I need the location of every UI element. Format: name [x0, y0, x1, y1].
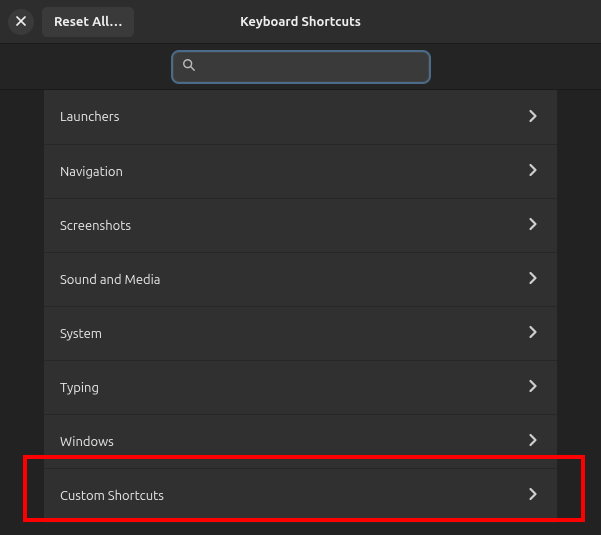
search-field[interactable] — [173, 52, 429, 82]
category-row[interactable]: Typing — [44, 360, 557, 415]
category-row[interactable]: Custom Shortcuts — [44, 468, 557, 523]
reset-all-button[interactable]: Reset All… — [42, 7, 134, 37]
chevron-right-icon — [525, 378, 541, 397]
close-icon — [16, 15, 26, 29]
categories-list: Launchers Navigation Screenshots Sound and … — [0, 90, 601, 523]
chevron-right-icon — [525, 324, 541, 343]
chevron-right-icon — [525, 216, 541, 235]
category-label: Navigation — [60, 165, 123, 179]
search-bar — [0, 44, 601, 90]
category-row[interactable]: Navigation — [44, 144, 557, 199]
chevron-right-icon — [525, 432, 541, 451]
category-row[interactable]: Launchers — [44, 90, 557, 145]
category-label: System — [60, 327, 102, 341]
category-row[interactable]: Sound and Media — [44, 252, 557, 307]
category-row[interactable]: Screenshots — [44, 198, 557, 253]
chevron-right-icon — [525, 270, 541, 289]
chevron-right-icon — [525, 108, 541, 127]
reset-all-label: Reset All… — [54, 15, 122, 29]
chevron-right-icon — [525, 486, 541, 505]
search-input[interactable] — [202, 59, 420, 74]
category-row[interactable]: System — [44, 306, 557, 361]
category-label: Launchers — [60, 110, 119, 124]
search-icon — [182, 58, 196, 75]
category-label: Screenshots — [60, 219, 131, 233]
chevron-right-icon — [525, 162, 541, 181]
category-label: Typing — [60, 381, 99, 395]
titlebar: Reset All… Keyboard Shortcuts — [0, 0, 601, 44]
close-button[interactable] — [8, 9, 34, 35]
category-label: Windows — [60, 435, 114, 449]
category-label: Custom Shortcuts — [60, 489, 164, 503]
category-label: Sound and Media — [60, 273, 160, 287]
category-row[interactable]: Windows — [44, 414, 557, 469]
